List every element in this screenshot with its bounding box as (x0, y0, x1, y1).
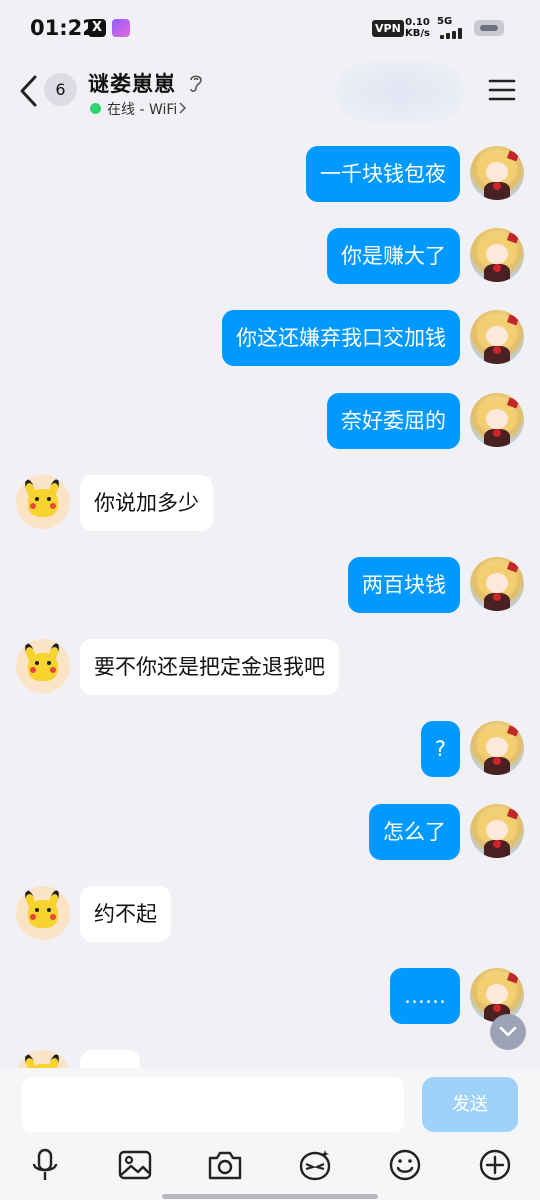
chevron-down-icon (499, 1026, 517, 1037)
unread-count-badge[interactable]: 6 (44, 73, 77, 106)
message-row: 一千块钱包夜 (0, 146, 540, 206)
network-speed-value: 0.10 (405, 17, 430, 28)
my-avatar[interactable] (470, 968, 524, 1022)
outgoing-message-bubble[interactable]: 奈好委屈的 (327, 393, 460, 449)
message-row: 约不起 (0, 886, 540, 946)
composer: 发送 (0, 1068, 540, 1200)
online-status[interactable]: 在线 - WiFi (107, 99, 177, 119)
emoji-icon[interactable] (387, 1148, 423, 1182)
outgoing-message-bubble[interactable]: 一千块钱包夜 (306, 146, 460, 202)
vpn-badge: VPN (372, 20, 404, 37)
incoming-message-bubble[interactable]: 你说加多少 (80, 475, 213, 531)
plus-icon[interactable] (477, 1148, 513, 1182)
home-indicator[interactable] (162, 1194, 378, 1199)
message-row: ? (0, 721, 540, 781)
contact-avatar[interactable] (16, 475, 70, 529)
blurred-redaction (336, 62, 464, 122)
incoming-message-bubble[interactable]: 要不你还是把定金退我吧 (80, 639, 339, 695)
message-row: 你这还嫌弃我口交加钱 (0, 310, 540, 370)
contact-name[interactable]: 谜娄崽崽 (88, 68, 176, 98)
contact-avatar[interactable] (16, 886, 70, 940)
back-icon[interactable] (18, 74, 40, 108)
status-bar: 01:22 X VPN 0.10 KB/s 5G (0, 0, 540, 58)
outgoing-message-bubble[interactable]: …… (390, 968, 460, 1024)
message-input[interactable] (22, 1077, 404, 1132)
my-avatar[interactable] (470, 146, 524, 200)
online-status-dot (90, 103, 101, 114)
my-avatar[interactable] (470, 557, 524, 611)
incoming-message-bubble[interactable] (80, 1050, 140, 1068)
outgoing-message-bubble[interactable]: 你是赚大了 (327, 228, 460, 284)
camera-icon[interactable] (207, 1148, 243, 1182)
outgoing-message-bubble[interactable]: 两百块钱 (348, 557, 460, 613)
message-row: 奈好委屈的 (0, 393, 540, 453)
message-row: 你是赚大了 (0, 228, 540, 288)
send-button[interactable]: 发送 (422, 1077, 518, 1132)
network-speed: 0.10 KB/s (405, 17, 430, 39)
x-app-icon: X (88, 19, 106, 37)
message-row (0, 1050, 540, 1068)
network-speed-unit: KB/s (405, 28, 430, 39)
message-row: 你说加多少 (0, 475, 540, 535)
outgoing-message-bubble[interactable]: ? (420, 721, 460, 777)
menu-icon[interactable] (488, 78, 516, 102)
outgoing-message-bubble[interactable]: 怎么了 (369, 804, 460, 860)
incoming-message-bubble[interactable]: 约不起 (80, 886, 171, 942)
signal-icon (440, 27, 466, 39)
my-avatar[interactable] (470, 310, 524, 364)
message-list[interactable]: 一千块钱包夜你是赚大了你这还嫌弃我口交加钱奈好委屈的你说加多少两百块钱 要不你还是… (0, 124, 540, 1068)
microphone-icon[interactable] (27, 1148, 63, 1182)
message-row: 要不你还是把定金退我吧 (0, 639, 540, 699)
status-time: 01:22 (30, 16, 97, 40)
battery-icon (474, 20, 504, 36)
message-row: …… (0, 968, 540, 1028)
my-avatar[interactable] (470, 721, 524, 775)
my-avatar[interactable] (470, 393, 524, 447)
message-row: 怎么了 (0, 804, 540, 864)
outgoing-message-bubble[interactable]: 你这还嫌弃我口交加钱 (222, 310, 460, 366)
chevron-right-icon (179, 102, 186, 114)
my-avatar[interactable] (470, 228, 524, 282)
fitness-app-icon (112, 19, 130, 37)
ear-icon[interactable] (188, 72, 204, 94)
chat-header: 6 谜娄崽崽 在线 - WiFi (0, 58, 540, 124)
contact-avatar[interactable] (16, 1050, 70, 1068)
my-avatar[interactable] (470, 804, 524, 858)
sticker-icon[interactable] (297, 1148, 333, 1182)
network-type: 5G (437, 16, 453, 27)
contact-avatar[interactable] (16, 639, 70, 693)
scroll-to-bottom-button[interactable] (490, 1014, 526, 1050)
image-icon[interactable] (117, 1148, 153, 1182)
message-row: 两百块钱 (0, 557, 540, 617)
